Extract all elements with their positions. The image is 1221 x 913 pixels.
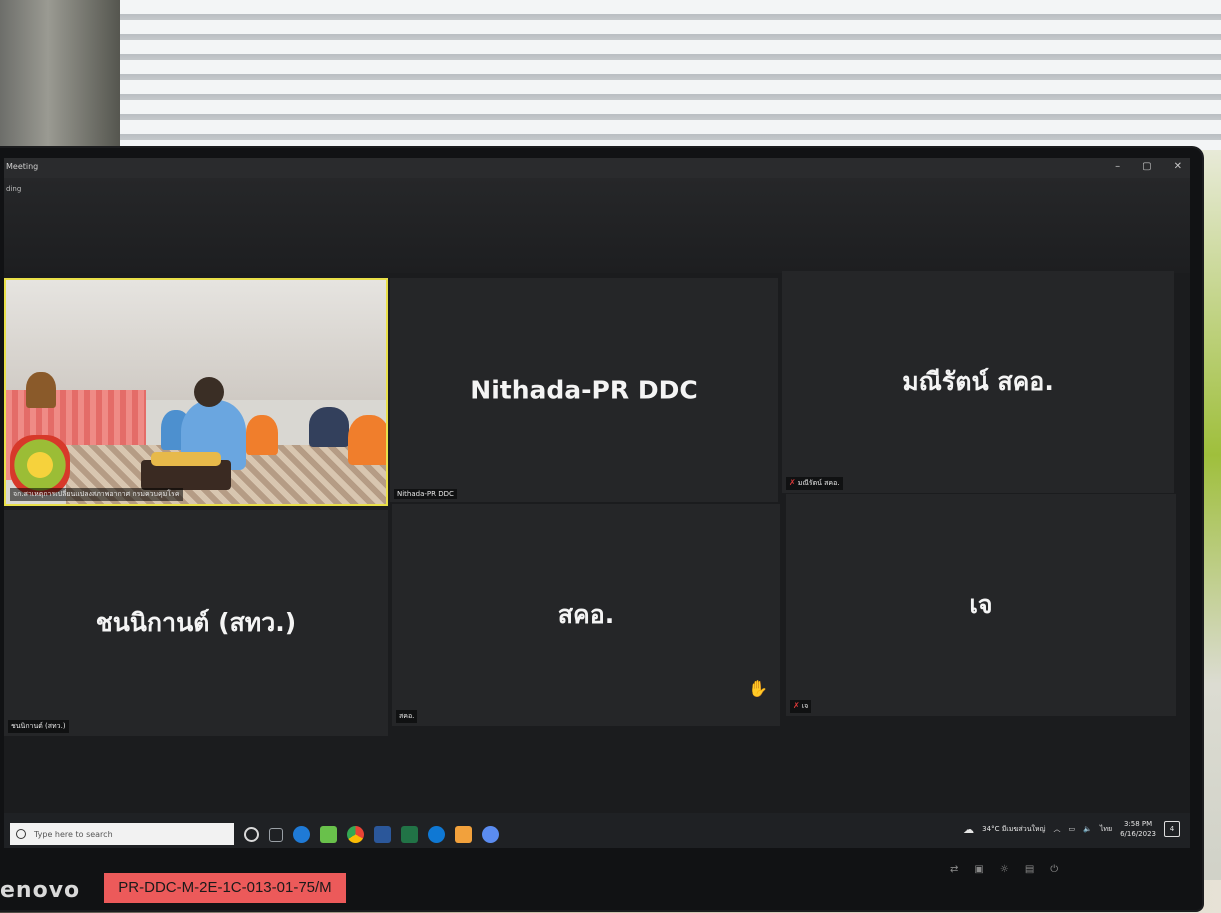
office-pillar [0, 0, 120, 160]
edge-icon[interactable] [428, 826, 445, 843]
participant-name-text: เจ [801, 702, 809, 710]
weather-cloud-icon: ☁ [963, 822, 975, 836]
zoom-app-icon[interactable] [482, 826, 499, 843]
taskbar: Type here to search ☁ 34°C มีเมฆส่วนใหญ่… [4, 813, 1190, 848]
search-placeholder: Type here to search [34, 829, 113, 839]
excel-icon[interactable] [401, 826, 418, 843]
chrome-icon[interactable] [347, 826, 364, 843]
hand-cursor-icon: ✋ [748, 679, 768, 698]
video-person-head [194, 377, 224, 407]
network-icon[interactable]: ▭ [1069, 825, 1076, 833]
participant-display-name: มณีรัตน์ สคอ. [902, 367, 1054, 396]
clock-date: 6/16/2023 [1120, 830, 1156, 838]
monitor-brand-logo: enovo [0, 878, 81, 903]
clock-time: 3:58 PM [1123, 820, 1153, 828]
participant-tile-nithada[interactable]: Nithada-PR DDC Nithada-PR DDC [390, 278, 778, 502]
chevron-up-icon[interactable]: ︿ [1054, 824, 1061, 834]
search-icon [16, 829, 26, 839]
participant-name-label: ✗ มณีรัตน์ สคอ. [786, 477, 843, 490]
participant-name-label: Nithada-PR DDC [394, 489, 457, 499]
participant-display-name: สคอ. [557, 600, 615, 629]
word-icon[interactable] [374, 826, 391, 843]
participant-tile-maneerat[interactable]: มณีรัตน์ สคอ. ✗ มณีรัตน์ สคอ. [782, 271, 1174, 493]
taskbar-app-icons [244, 826, 499, 843]
menu-icon[interactable]: ▣ [974, 864, 983, 875]
settings-icon[interactable]: ▤ [1025, 864, 1034, 875]
power-icon[interactable]: ⏻ [1050, 864, 1058, 875]
taskbar-search-box[interactable]: Type here to search [10, 823, 234, 845]
line-app-icon[interactable] [320, 826, 337, 843]
task-view-icon[interactable] [269, 827, 283, 842]
monitor: Meeting – ▢ ✕ ding จก.สาเหตุการเปลี่ยนแป [0, 148, 1202, 910]
video-person [246, 415, 278, 455]
participant-name-label: ✗ เจ [790, 700, 812, 713]
window-titlebar: Meeting – ▢ ✕ [4, 158, 1190, 178]
clock[interactable]: 3:58 PM 6/16/2023 [1120, 819, 1156, 839]
weather-text[interactable]: 34°C มีเมฆส่วนใหญ่ [982, 824, 1045, 835]
notification-icon[interactable]: 4 [1164, 821, 1180, 837]
video-person [26, 372, 56, 408]
meeting-header-area [4, 178, 1190, 273]
participant-display-name: ชนนิกานต์ (สทว.) [95, 608, 297, 637]
brightness-icon[interactable]: ☼ [1000, 864, 1009, 875]
volume-icon[interactable]: 🔈 [1083, 825, 1092, 833]
participant-name-label: ชนนิกานต์ (สทว.) [8, 720, 69, 733]
screen: Meeting – ▢ ✕ ding จก.สาเหตุการเปลี่ยนแป [4, 158, 1190, 848]
window-controls: – ▢ ✕ [1115, 161, 1182, 172]
file-explorer-icon[interactable] [455, 826, 472, 843]
minimize-button[interactable]: – [1115, 161, 1120, 172]
muted-mic-icon: ✗ [793, 701, 800, 710]
video-flowers [10, 435, 70, 495]
ie-icon[interactable] [293, 826, 310, 843]
recording-label: ding [6, 185, 22, 193]
asset-tag-label: PR-DDC-M-2E-1C-013-01-75/M [104, 873, 346, 903]
app-title: Meeting [6, 162, 39, 171]
cortana-icon[interactable] [244, 827, 259, 842]
close-button[interactable]: ✕ [1174, 161, 1182, 172]
muted-mic-icon: ✗ [789, 478, 796, 487]
maximize-button[interactable]: ▢ [1142, 161, 1151, 172]
participant-name-label: สคอ. [396, 710, 418, 723]
participant-video-tile[interactable]: จก.สาเหตุการเปลี่ยนแปลงสภาพอากาศ กรมควบค… [4, 278, 388, 506]
participant-display-name: เจ [969, 590, 993, 619]
monitor-hardware-buttons: ⇄ ▣ ☼ ▤ ⏻ [950, 854, 1170, 884]
video-cushion [151, 452, 221, 466]
input-source-icon[interactable]: ⇄ [950, 864, 958, 875]
participant-tile-chanika[interactable]: ชนนิกานต์ (สทว.) ชนนิกานต์ (สทว.) [4, 510, 388, 736]
participant-display-name: Nithada-PR DDC [470, 375, 698, 405]
language-indicator[interactable]: ไทย [1100, 824, 1112, 835]
participant-name-text: มณีรัตน์ สคอ. [797, 479, 840, 487]
participant-name-label: จก.สาเหตุการเปลี่ยนแปลงสภาพอากาศ กรมควบค… [10, 488, 183, 501]
participant-tile-sodo[interactable]: สคอ. สคอ. [392, 504, 780, 726]
video-person [348, 415, 386, 465]
participant-tile-je[interactable]: เจ ✗ เจ [786, 494, 1176, 716]
video-person [309, 407, 349, 447]
system-tray: ☁ 34°C มีเมฆส่วนใหญ่ ︿ ▭ 🔈 ไทย 3:58 PM 6… [963, 819, 1180, 839]
